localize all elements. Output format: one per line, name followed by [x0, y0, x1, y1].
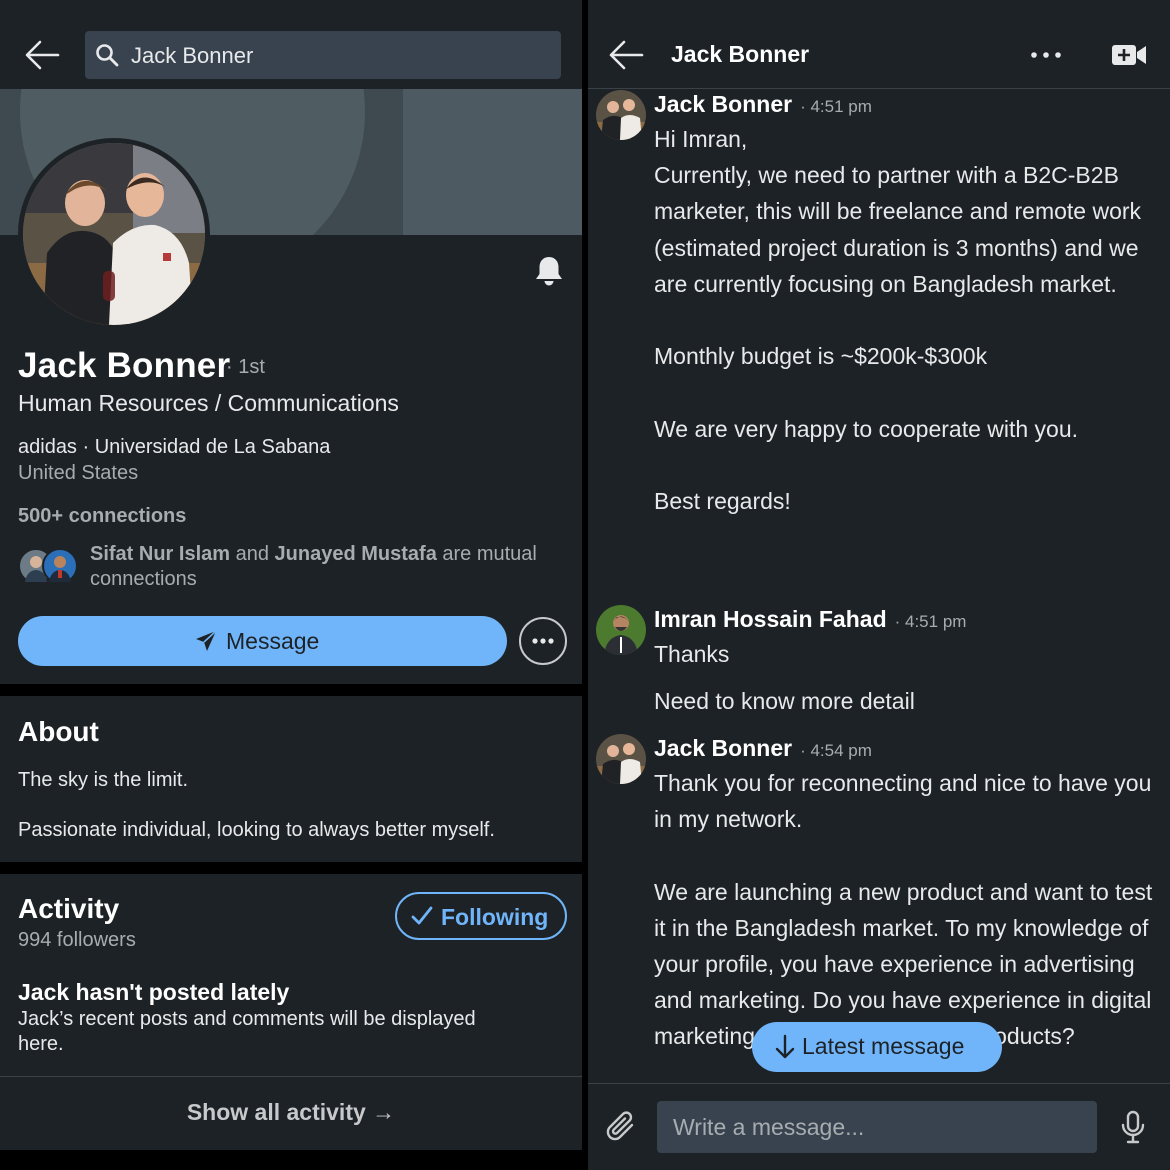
message-button-label: Message — [226, 628, 320, 654]
message-sender[interactable]: Imran Hossain Fahad · 4:51 pm — [654, 606, 966, 633]
conversation-title[interactable]: Jack Bonner — [671, 41, 809, 68]
profile-avatar[interactable] — [18, 138, 210, 330]
following-button-label: Following — [441, 904, 549, 930]
latest-message-label: Latest message — [802, 1033, 965, 1059]
ellipsis-icon[interactable] — [1028, 40, 1064, 70]
activity-heading: Activity — [18, 893, 120, 924]
followers-count: 994 followers — [18, 929, 136, 951]
profile-company[interactable]: adidas · Universidad de La Sabana — [18, 436, 330, 459]
message-button[interactable]: Message — [18, 616, 507, 666]
message-time: · 4:51 pm — [894, 612, 967, 631]
profile-top-bar: Jack Bonner — [0, 0, 582, 89]
message-body: Thanks Need to know more detail — [654, 641, 915, 715]
mutual-connection-avatars[interactable] — [18, 548, 80, 586]
profile-location: United States — [18, 462, 139, 484]
section-divider — [0, 1150, 582, 1170]
avatar[interactable] — [596, 734, 646, 784]
send-icon — [194, 629, 218, 653]
back-arrow-icon[interactable] — [24, 38, 60, 72]
avatar — [42, 548, 78, 584]
more-options-button[interactable] — [519, 617, 567, 665]
search-input[interactable]: Jack Bonner — [85, 31, 561, 79]
mutual-person-1: Sifat Nur Islam — [90, 543, 231, 565]
avatar[interactable] — [596, 605, 646, 655]
latest-message-button[interactable]: Latest message — [752, 1022, 1002, 1072]
connections-count[interactable]: 500+ connections — [18, 505, 186, 528]
show-all-activity-button[interactable]: Show all activity → — [0, 1077, 582, 1150]
connection-degree: · 1st — [226, 356, 265, 378]
profile-screen: Jack Bonner Jack Bonner · 1st Human Reso… — [0, 0, 582, 1170]
paperclip-icon[interactable] — [604, 1110, 638, 1144]
message-body: Hi Imran, Currently, we need to partner … — [654, 126, 1142, 514]
compose-bar — [588, 1083, 1170, 1170]
mutual-connections-text[interactable]: Sifat Nur Islam and Junayed Mustafa are … — [90, 542, 575, 592]
show-all-activity-label: Show all activity → — [186, 1099, 396, 1125]
search-value: Jack Bonner — [131, 43, 254, 68]
following-button[interactable]: Following — [395, 892, 567, 940]
bell-icon[interactable] — [532, 254, 566, 288]
video-call-icon[interactable] — [1110, 38, 1148, 72]
back-arrow-icon[interactable] — [608, 38, 644, 72]
message-sender[interactable]: Jack Bonner · 4:51 pm — [654, 91, 872, 118]
search-icon — [95, 43, 119, 67]
messaging-screen: Jack Bonner Jack Bonner · 4:51 pm Hi Imra… — [588, 0, 1170, 1170]
message-thread[interactable]: Jack Bonner · 4:51 pm Hi Imran, Currently… — [588, 89, 1170, 1082]
message-time: · 4:51 pm — [800, 97, 872, 116]
about-text-line1: The sky is the limit. — [18, 769, 189, 791]
profile-name: Jack Bonner — [18, 346, 231, 385]
check-icon — [411, 905, 433, 927]
activity-empty-title: Jack hasn't posted lately — [18, 979, 290, 1005]
message-body: Thank you for reconnecting and nice to h… — [654, 770, 1153, 1050]
more-icon — [532, 638, 554, 644]
section-divider — [0, 684, 582, 696]
section-divider — [0, 862, 582, 874]
profile-headline: Human Resources / Communications — [18, 390, 399, 416]
message-input[interactable] — [657, 1101, 1097, 1153]
about-text-line2: Passionate individual, looking to always… — [18, 819, 495, 841]
message-sender[interactable]: Jack Bonner · 4:54 pm — [654, 735, 872, 762]
microphone-icon[interactable] — [1120, 1110, 1146, 1144]
about-heading: About — [18, 716, 99, 747]
avatar[interactable] — [596, 90, 646, 140]
conversation-top-bar: Jack Bonner — [588, 0, 1170, 89]
activity-empty-description: Jack’s recent posts and comments will be… — [18, 1008, 476, 1055]
message-time: · 4:54 pm — [800, 741, 872, 760]
mutual-person-2: Junayed Mustafa — [274, 543, 437, 565]
arrow-down-icon — [774, 1034, 796, 1060]
